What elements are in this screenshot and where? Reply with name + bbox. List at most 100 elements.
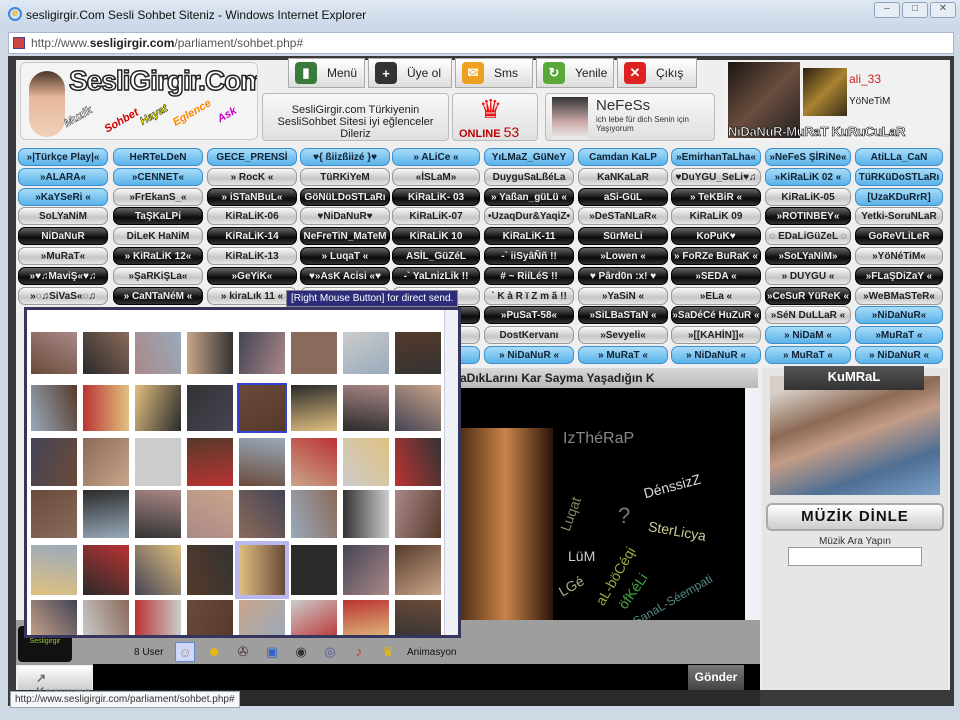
room-button[interactable]: »SéN DuLLaR « <box>765 306 851 325</box>
music-search-input[interactable] <box>788 547 922 566</box>
room-button[interactable]: KaNKaLaR <box>578 167 668 186</box>
room-button[interactable]: »FrEkanS_« <box>113 187 203 206</box>
image-thumbnail[interactable] <box>291 545 337 595</box>
music-listen-button[interactable]: MÜZİK DİNLE <box>766 503 944 531</box>
image-thumbnail[interactable] <box>187 545 233 595</box>
image-thumbnail[interactable] <box>343 490 389 538</box>
image-thumbnail[interactable] <box>83 438 129 486</box>
address-bar[interactable]: http://www.sesligirgir.com/parliament/so… <box>8 32 954 54</box>
image-thumbnail[interactable] <box>135 600 181 635</box>
room-button[interactable]: » TeKBiR « <box>671 187 761 206</box>
image-thumbnail[interactable] <box>135 438 181 486</box>
room-button[interactable]: »SiLBaSTaN « <box>578 306 668 325</box>
image-thumbnail[interactable] <box>343 438 389 486</box>
room-button[interactable]: TüRKiYeM <box>300 167 390 186</box>
room-button[interactable]: ASİL_GüZéL <box>392 247 480 265</box>
eye-icon[interactable]: ◎ <box>320 642 340 662</box>
room-button[interactable]: KiRaLiK-14 <box>207 227 297 246</box>
image-thumbnail[interactable] <box>31 490 77 538</box>
image-thumbnail[interactable] <box>83 490 129 538</box>
room-button[interactable]: ` K à R ï Z m ã !! <box>484 286 574 305</box>
room-button[interactable]: KiRaLiK-13 <box>207 247 297 265</box>
image-icon[interactable]: ▣ <box>262 642 282 662</box>
image-thumbnail[interactable] <box>83 545 129 595</box>
room-button[interactable]: » KiRaLiK 12« <box>113 247 203 265</box>
close-button[interactable]: ✕ <box>930 2 956 18</box>
room-button[interactable]: KiRaLiK-07 <box>392 207 480 226</box>
room-button[interactable]: AtiLLa_CaN <box>855 148 943 166</box>
image-thumbnail[interactable] <box>135 490 181 538</box>
room-button[interactable]: » NiDaM « <box>765 326 851 345</box>
featured-user-box[interactable]: NeFeSs ich lebe für dich Senin için Yaşı… <box>545 93 715 141</box>
room-button[interactable]: Yetki-SoruNLaR <box>855 207 943 226</box>
room-button[interactable]: »ROTINBEY« <box>765 207 851 226</box>
image-thumbnail[interactable] <box>395 600 441 635</box>
image-thumbnail[interactable] <box>291 490 337 538</box>
room-button[interactable]: TüRKüDoSTLaRı <box>855 167 943 186</box>
image-thumbnail[interactable] <box>187 490 233 538</box>
minimize-button[interactable]: – <box>874 2 900 18</box>
nav-exit-button[interactable]: ✕ Çıkış <box>617 58 697 88</box>
room-button[interactable]: » NiDaNuR « <box>484 346 574 364</box>
room-button[interactable]: » RocK « <box>207 167 297 186</box>
image-thumbnail[interactable] <box>83 600 129 635</box>
send-button[interactable]: Gönder <box>688 665 744 690</box>
room-button[interactable]: »Sevyeli« <box>578 326 668 345</box>
image-thumbnail[interactable] <box>237 383 287 433</box>
room-button[interactable]: » CaNTaNéM « <box>113 286 203 305</box>
room-button[interactable]: » iSTaNBuL« <box>207 187 297 206</box>
image-thumbnail[interactable] <box>395 385 441 431</box>
room-button[interactable]: »NiDaNuR« <box>855 306 943 325</box>
room-button[interactable]: KiRaLiK-05 <box>765 187 851 206</box>
image-thumbnail[interactable] <box>239 490 285 538</box>
room-button[interactable]: »|Türkçe Play|« <box>18 148 108 166</box>
image-thumbnail[interactable] <box>31 545 77 595</box>
room-button[interactable]: »ELa « <box>671 286 761 305</box>
nav-add-user-button[interactable]: + Üye ol <box>368 58 452 88</box>
room-button[interactable]: » MuRaT « <box>765 346 851 364</box>
room-button[interactable]: » ALiCe « <box>392 148 480 166</box>
room-button[interactable]: »Lowen « <box>578 247 668 265</box>
image-thumbnail[interactable] <box>235 541 289 599</box>
room-button[interactable]: SoLYaNiM <box>18 207 108 226</box>
room-button[interactable]: »YöNéTiM« <box>855 247 943 265</box>
image-thumbnail[interactable] <box>239 600 285 635</box>
room-button[interactable]: »MuRaT« <box>18 247 108 265</box>
maximize-button[interactable]: □ <box>902 2 928 18</box>
image-thumbnail[interactable] <box>343 600 389 635</box>
image-thumbnail[interactable] <box>343 332 389 374</box>
room-button[interactable]: »YaSiN « <box>578 286 668 305</box>
image-thumbnail[interactable] <box>31 332 77 374</box>
image-thumbnail[interactable] <box>135 332 181 374</box>
admin-username[interactable]: ali_33 <box>849 72 881 86</box>
room-button[interactable]: »CeSuR YüReK « <box>765 286 851 305</box>
image-thumbnail[interactable] <box>187 438 233 486</box>
image-thumbnail[interactable] <box>239 332 285 374</box>
image-thumbnail[interactable] <box>187 600 233 635</box>
room-button[interactable]: »WeBMaSTeR« <box>855 286 943 305</box>
image-thumbnail[interactable] <box>135 545 181 595</box>
room-button[interactable]: KoPuK♥ <box>671 227 761 246</box>
room-button[interactable]: »ALARA« <box>18 167 108 186</box>
room-button[interactable]: »[[KAHİN]]« <box>671 326 761 345</box>
nav-refresh-button[interactable]: ↻ Yenile <box>536 58 614 88</box>
room-button[interactable]: GoReVLiLeR <box>855 227 943 246</box>
room-button[interactable]: KiRaLiK- 03 <box>392 187 480 206</box>
room-button[interactable]: NeFreTiN_MaTeM <box>300 227 390 246</box>
room-button[interactable]: »SaDéCé HuZuR « <box>671 306 761 325</box>
crown-icon[interactable]: ♛ <box>378 642 398 662</box>
room-button[interactable]: »DeSTaNLaR« <box>578 207 668 226</box>
image-thumbnail[interactable] <box>291 600 337 635</box>
image-thumbnail[interactable] <box>83 332 129 374</box>
guitar-icon[interactable]: ♪ <box>349 642 369 662</box>
image-thumbnail[interactable] <box>31 438 77 486</box>
image-thumbnail[interactable] <box>31 385 77 431</box>
room-button[interactable]: ♥{ ßiizßiizé }♥ <box>300 148 390 166</box>
film-icon[interactable]: ✇ <box>233 642 253 662</box>
message-input[interactable] <box>93 664 760 690</box>
room-button[interactable]: YıLMaZ_GüNeY <box>484 148 574 166</box>
room-button[interactable]: »FLaŞDiZaY « <box>855 266 943 285</box>
room-button[interactable]: »NeFeS ŞİRiNe« <box>765 148 851 166</box>
room-button[interactable]: NiDaNuR <box>18 227 108 246</box>
room-button[interactable]: DiLeK HaNiM <box>113 227 203 246</box>
